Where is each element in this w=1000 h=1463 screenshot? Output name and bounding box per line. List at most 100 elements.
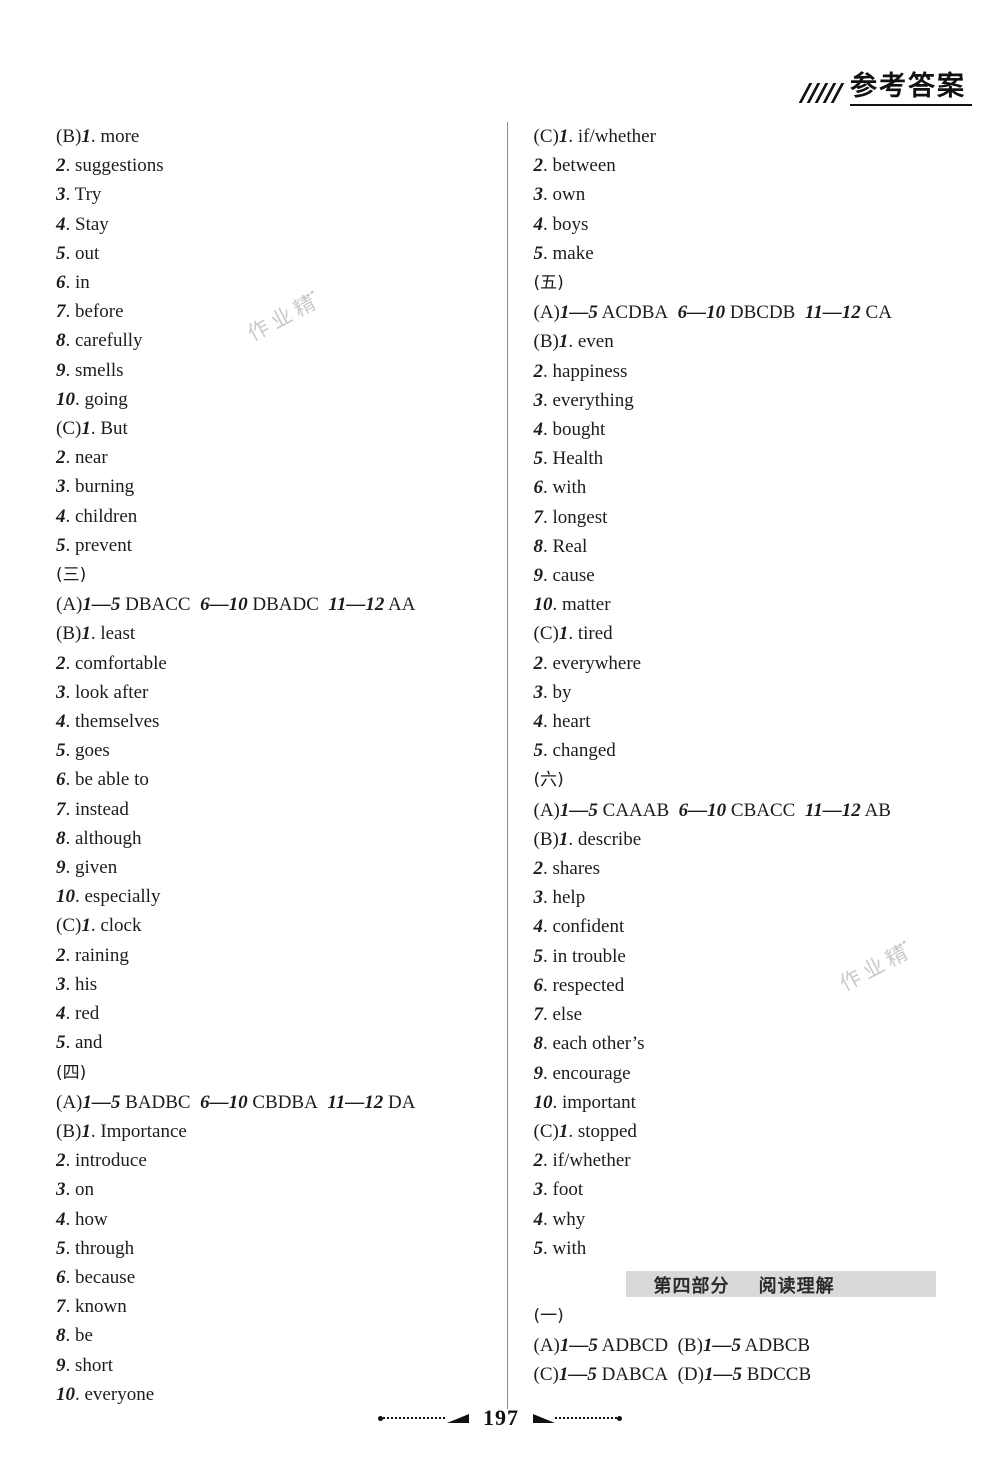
answer-text: . near xyxy=(65,447,108,469)
answer-item: 8. carefully xyxy=(56,326,469,355)
answer-number: 1 xyxy=(81,1120,91,1142)
answer-item: (B)1. even xyxy=(534,327,947,356)
answer-number: 2 xyxy=(56,652,66,674)
answer-text: . boys xyxy=(543,213,589,235)
answer-number: 3 xyxy=(533,887,544,909)
answer-number: 6 xyxy=(56,1266,66,1288)
answer-number: 10 xyxy=(56,1383,75,1405)
answer-number: 2 xyxy=(56,155,66,177)
answer-text: . with xyxy=(543,477,587,499)
page-number: 197 xyxy=(483,1405,519,1430)
answer-number: 7 xyxy=(56,1296,66,1318)
answer-text: . encourage xyxy=(543,1062,631,1084)
answer-item: (C)1. clock xyxy=(56,911,469,940)
answer-item: 7. longest xyxy=(534,503,947,532)
section-marker-label: (一) xyxy=(533,1305,564,1326)
answer-text: . bought xyxy=(543,419,606,441)
answer-item: 7. known xyxy=(56,1292,469,1321)
section-marker-label: (三) xyxy=(56,565,87,586)
answer-item: 6. be able to xyxy=(56,765,469,794)
answer-text: . shares xyxy=(543,858,600,880)
answer-text: . introduce xyxy=(65,1150,147,1172)
answer-range: 1—5 xyxy=(559,1335,598,1357)
answer-number: 7 xyxy=(533,1004,544,1026)
answer-text: . his xyxy=(65,973,98,995)
answer-text: . even xyxy=(568,331,614,353)
answer-item: 10. important xyxy=(534,1088,947,1117)
section-marker-label: (四) xyxy=(56,1062,87,1083)
answer-number: 1 xyxy=(81,915,91,937)
answer-number: 7 xyxy=(533,506,544,528)
answer-text: . especially xyxy=(75,886,161,908)
answer-number: 2 xyxy=(533,360,544,382)
answer-key-line: (A)1—5 DBACC 6—10 DBADC 11—12 AA xyxy=(56,590,469,619)
answer-range: 11—12 xyxy=(328,594,385,616)
answer-item: 4. Stay xyxy=(56,210,469,239)
answer-number: 9 xyxy=(56,1354,66,1376)
answer-item: (B)1. more xyxy=(56,122,469,151)
answer-text: . before xyxy=(65,301,124,323)
answer-item: 5. in trouble xyxy=(534,942,947,971)
part-label: (C) xyxy=(56,418,82,440)
answer-number: 1 xyxy=(81,418,91,440)
answer-text: . and xyxy=(65,1032,103,1054)
answer-number: 3 xyxy=(56,476,66,498)
answer-item: 2. introduce xyxy=(56,1146,469,1175)
answer-letters: CBDBA xyxy=(252,1091,318,1113)
answer-number: 5 xyxy=(56,1032,66,1054)
answer-item: 9. given xyxy=(56,853,469,882)
answer-text: . raining xyxy=(65,944,129,966)
answer-text: . be able to xyxy=(65,769,149,791)
answer-number: 9 xyxy=(56,359,66,381)
answer-column-left: (B)1. more 2. suggestions 3. Try 4. Stay 5. … xyxy=(56,122,491,1409)
answer-text: . if/whether xyxy=(543,1150,631,1172)
answer-item: 4. bought xyxy=(534,415,947,444)
answer-range: 1—5 xyxy=(82,1091,121,1113)
answer-item: 3. help xyxy=(534,883,947,912)
answer-text: . important xyxy=(552,1091,636,1113)
answer-text: . carefully xyxy=(65,330,143,352)
part-label: (A) xyxy=(533,1335,560,1357)
answer-text: . because xyxy=(65,1266,136,1288)
page-title: 参考答案 xyxy=(850,73,972,106)
answer-text: . smells xyxy=(65,359,124,381)
answer-text: . out xyxy=(65,242,100,264)
answer-item: 5. through xyxy=(56,1234,469,1263)
answer-item: 2. near xyxy=(56,443,469,472)
answer-item: 8. be xyxy=(56,1321,469,1350)
answer-number: 2 xyxy=(56,1150,66,1172)
answer-number: 2 xyxy=(533,1150,544,1172)
answer-text: . themselves xyxy=(65,711,160,733)
section-marker-label: (五) xyxy=(533,273,564,294)
answer-letters: AA xyxy=(388,594,416,616)
answer-item: 5. and xyxy=(56,1028,469,1057)
answer-number: 4 xyxy=(56,711,66,733)
answer-number: 6 xyxy=(56,272,66,294)
answer-item: 4. heart xyxy=(534,707,947,736)
answer-letters: ADBCB xyxy=(744,1335,811,1357)
answer-item: 10. going xyxy=(56,385,469,414)
answer-number: 5 xyxy=(533,945,544,967)
answer-number: 5 xyxy=(56,534,66,556)
section-marker: (四) xyxy=(56,1058,469,1088)
answer-number: 6 xyxy=(533,974,544,996)
section-marker: (一) xyxy=(534,1301,947,1331)
answer-text: . between xyxy=(543,155,616,177)
answer-range: 1—5 xyxy=(82,594,121,616)
part-label: (B) xyxy=(677,1335,703,1357)
answer-text: . instead xyxy=(65,798,129,820)
answer-column-right: (C)1. if/whether 2. between 3. own 4. boys 5… xyxy=(506,122,947,1409)
answer-text: . Stay xyxy=(65,213,109,235)
header-slash-ornament-icon xyxy=(798,83,845,103)
answer-number: 5 xyxy=(533,448,544,470)
answer-text: . by xyxy=(543,681,572,703)
answer-number: 3 xyxy=(56,681,66,703)
answer-item: 9. encourage xyxy=(534,1059,947,1088)
part-section-banner: 第四部分 阅读理解 xyxy=(534,1269,947,1299)
answer-number: 1 xyxy=(81,126,91,147)
answer-letters: DA xyxy=(388,1091,416,1113)
answer-text: . comfortable xyxy=(65,652,167,674)
answer-text: . why xyxy=(543,1208,586,1230)
answer-number: 8 xyxy=(533,1033,544,1055)
answer-text: . short xyxy=(65,1354,114,1376)
